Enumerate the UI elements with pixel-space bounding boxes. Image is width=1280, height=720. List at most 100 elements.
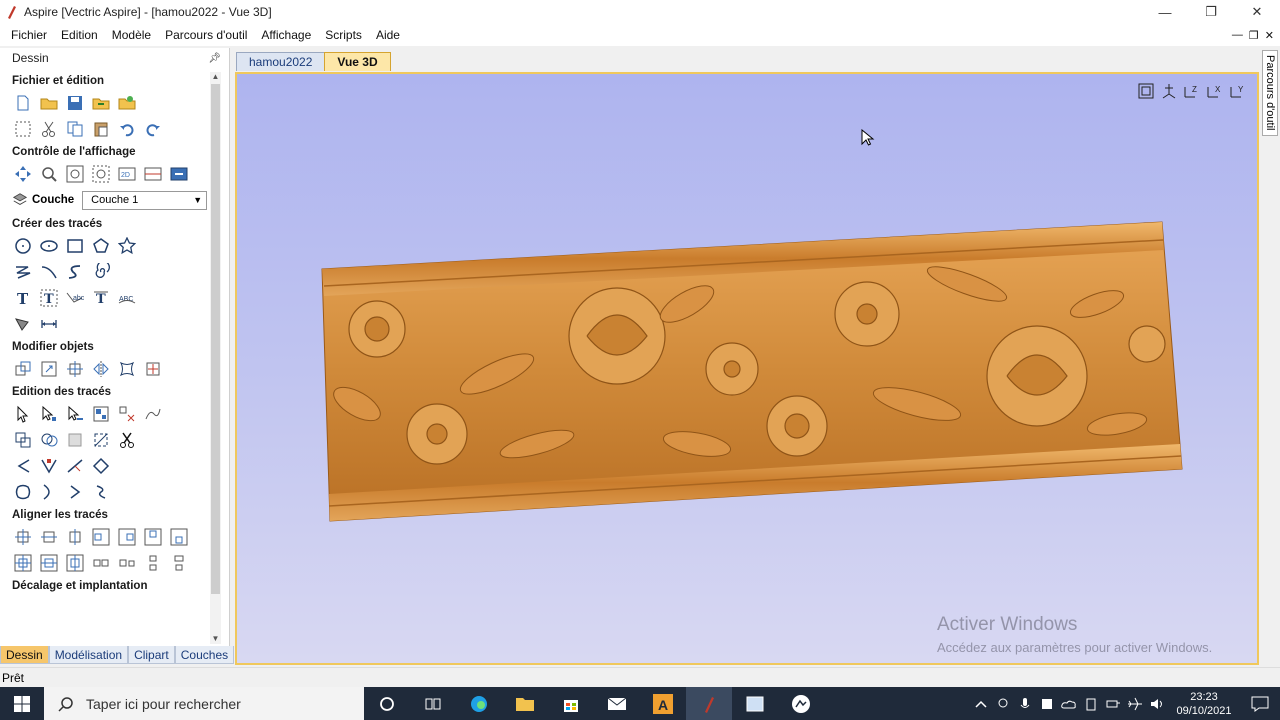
arc-icon[interactable]	[38, 261, 59, 282]
undo-icon[interactable]	[116, 118, 137, 139]
mail-icon[interactable]	[594, 687, 640, 720]
align-horizontal-center-icon[interactable]	[38, 526, 59, 547]
file-explorer-icon[interactable]	[502, 687, 548, 720]
distribute-horizontal-icon[interactable]	[90, 552, 111, 573]
restore-button[interactable]: ❐	[1188, 0, 1234, 24]
polyline-icon[interactable]	[12, 261, 33, 282]
import-icon[interactable]	[90, 92, 111, 113]
microphone-icon[interactable]	[1014, 687, 1036, 720]
notification-icon[interactable]	[1240, 687, 1280, 720]
align-center-icon[interactable]	[12, 526, 33, 547]
power-plug-icon[interactable]	[1102, 687, 1124, 720]
aspire-a-icon[interactable]: A	[640, 687, 686, 720]
align-vertical-center-icon[interactable]	[64, 526, 85, 547]
distribute-vertical-icon[interactable]	[142, 552, 163, 573]
pin-icon[interactable]: 📌︎	[208, 53, 221, 64]
doc-close-button[interactable]: ✕	[1265, 29, 1274, 42]
scale-icon[interactable]	[38, 358, 59, 379]
tab-modelisation[interactable]: Modélisation	[48, 646, 129, 664]
rectangle-icon[interactable]	[64, 235, 85, 256]
move-icon[interactable]	[12, 358, 33, 379]
menu-parcours-outil[interactable]: Parcours d'outil	[158, 28, 254, 42]
cut-icon[interactable]	[38, 118, 59, 139]
align-top-icon[interactable]	[142, 526, 163, 547]
scissor-vector-icon[interactable]	[116, 429, 137, 450]
scroll-down-icon[interactable]: ▼	[210, 634, 221, 644]
rotate-icon[interactable]	[64, 358, 85, 379]
battery-icon[interactable]	[1080, 687, 1102, 720]
node-red-icon[interactable]	[38, 455, 59, 476]
intersect-icon[interactable]	[64, 429, 85, 450]
app-tray-icon[interactable]	[1036, 687, 1058, 720]
center-in-material-icon[interactable]	[12, 552, 33, 573]
ellipse-icon[interactable]	[38, 235, 59, 256]
mirror-icon[interactable]	[90, 358, 111, 379]
new-file-icon[interactable]	[12, 92, 33, 113]
text-icon[interactable]: T	[12, 287, 33, 308]
text-on-curve-icon[interactable]: abc	[64, 287, 85, 308]
doc-minimize-button[interactable]: —	[1232, 29, 1243, 41]
tab-2d-design[interactable]: hamou2022	[236, 52, 326, 71]
space-horizontal-icon[interactable]	[116, 552, 137, 573]
store-icon[interactable]	[548, 687, 594, 720]
tab-dessin[interactable]: Dessin	[0, 646, 49, 664]
center-vertical-icon[interactable]	[64, 552, 85, 573]
3d-viewport[interactable]: Z X Y Activer Windows Accédez aux paramè…	[235, 72, 1259, 665]
curve-icon[interactable]	[64, 261, 85, 282]
onedrive-icon[interactable]	[1058, 687, 1080, 720]
menu-aide[interactable]: Aide	[369, 28, 407, 42]
text-arc-icon[interactable]: T	[90, 287, 111, 308]
menu-edition[interactable]: Edition	[54, 28, 105, 42]
align-left-icon[interactable]	[90, 526, 111, 547]
menu-fichier[interactable]: Fichier	[4, 28, 54, 42]
spiral-icon[interactable]	[90, 261, 111, 282]
transform-icon[interactable]	[142, 358, 163, 379]
cortana-icon[interactable]	[364, 687, 410, 720]
smooth-node-icon[interactable]	[90, 481, 111, 502]
aspire-taskbar-icon[interactable]	[686, 687, 732, 720]
menu-affichage[interactable]: Affichage	[254, 28, 318, 42]
tab-toolpaths[interactable]: Parcours d'outil	[1262, 50, 1278, 136]
copy-icon[interactable]	[64, 118, 85, 139]
pan-icon[interactable]	[12, 163, 33, 184]
volume-icon[interactable]	[1146, 687, 1168, 720]
paste-icon[interactable]	[90, 118, 111, 139]
taskbar-clock[interactable]: 23:23 09/10/2021	[1168, 690, 1240, 718]
scroll-up-icon[interactable]: ▲	[210, 72, 221, 82]
doc-restore-button[interactable]: ❐	[1249, 29, 1259, 42]
open-folder-icon[interactable]	[38, 92, 59, 113]
draw-tool-icon[interactable]	[12, 313, 33, 334]
node-edit-icon[interactable]	[38, 403, 59, 424]
distort-icon[interactable]	[116, 358, 137, 379]
scroll-thumb[interactable]	[211, 84, 220, 594]
auto-layout-text-icon[interactable]: T	[38, 287, 59, 308]
close-button[interactable]: ✕	[1234, 0, 1280, 24]
zoom-extents-icon[interactable]	[64, 163, 85, 184]
star-icon[interactable]	[116, 235, 137, 256]
airplane-mode-icon[interactable]	[1124, 687, 1146, 720]
redo-icon[interactable]	[142, 118, 163, 139]
view-3d-icon[interactable]	[168, 163, 189, 184]
align-right-icon[interactable]	[116, 526, 137, 547]
zoom-icon[interactable]	[38, 163, 59, 184]
extend-icon[interactable]	[64, 455, 85, 476]
notepad-icon[interactable]	[732, 687, 778, 720]
fillet-icon[interactable]	[12, 455, 33, 476]
subtract-icon[interactable]	[38, 429, 59, 450]
menu-scripts[interactable]: Scripts	[318, 28, 369, 42]
dimension-icon[interactable]	[38, 313, 59, 334]
chevron-right-icon[interactable]	[64, 481, 85, 502]
zoom-selected-icon[interactable]	[90, 163, 111, 184]
edge-browser-icon[interactable]	[456, 687, 502, 720]
select-arrow-icon[interactable]	[12, 403, 33, 424]
interactive-select-icon[interactable]	[64, 403, 85, 424]
tab-3d-view[interactable]: Vue 3D	[324, 52, 391, 71]
weld-icon[interactable]	[12, 429, 33, 450]
minimize-button[interactable]: —	[1142, 0, 1188, 24]
chevron-up-icon[interactable]	[970, 687, 992, 720]
webcam-icon[interactable]	[992, 687, 1014, 720]
group-icon[interactable]	[90, 403, 111, 424]
polygon-icon[interactable]	[90, 235, 111, 256]
ungroup-icon[interactable]	[116, 403, 137, 424]
space-vertical-icon[interactable]	[168, 552, 189, 573]
